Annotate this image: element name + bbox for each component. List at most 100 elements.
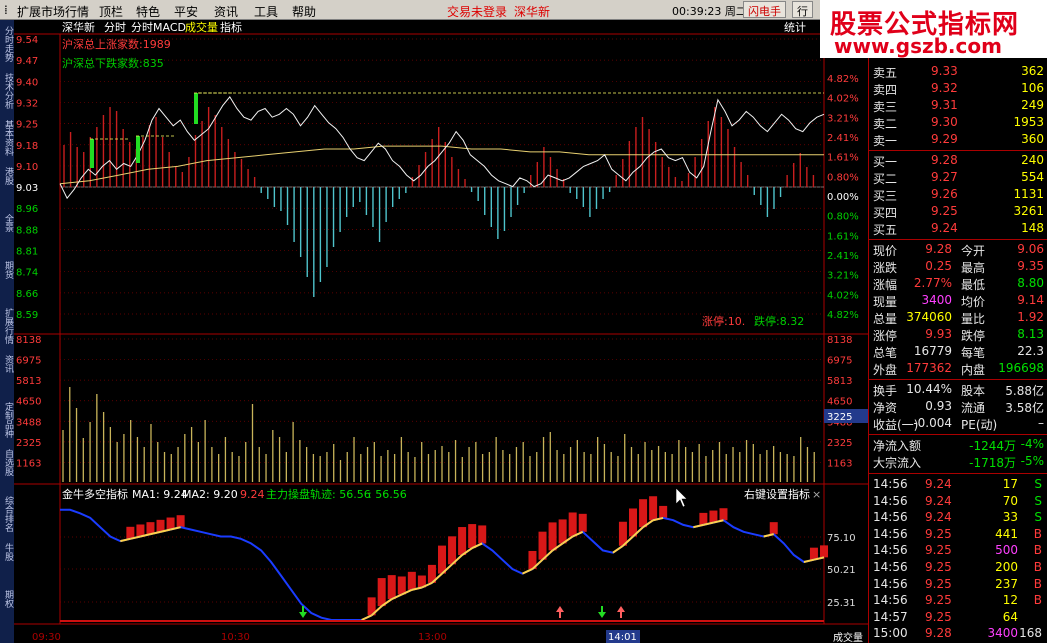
panel-separator	[869, 239, 1047, 240]
tab-volume[interactable]: 成交量	[185, 20, 218, 34]
ind-up-bar	[126, 526, 135, 539]
left-tab-10[interactable]: 综合排名	[1, 496, 13, 532]
fund-value: -0.004	[913, 416, 952, 430]
left-tab-7[interactable]: 资讯	[1, 355, 13, 373]
price-tick-label: 9.40	[16, 77, 38, 88]
left-tab-strip: 分时走势技术分析基本资料港股全景期货扩展行情资讯定制品种自选股综合排名牛股期权	[0, 20, 14, 643]
indicator-name[interactable]: 金牛多空指标	[62, 487, 128, 501]
tick-time: 14:56	[873, 477, 908, 491]
bid-row: 买三 9.26 1131	[869, 187, 1047, 203]
menu-item-market[interactable]: 扩展市场行情	[17, 3, 89, 20]
stats-button[interactable]: 统计	[784, 21, 806, 34]
menu-item-help[interactable]: 帮助	[292, 3, 316, 20]
flow-row: 净流入额 -1244万 -4%	[869, 437, 1047, 453]
pct-tick-label: 4.82%	[827, 74, 859, 85]
fund-value: 0.93	[925, 399, 952, 413]
watermark-url: www.gszb.com	[834, 34, 1002, 58]
left-tab-8[interactable]: 定制品种	[1, 402, 13, 438]
stat-row: 涨幅 2.77% 最低 8.80	[869, 276, 1047, 292]
left-tab-9[interactable]: 自选股	[1, 449, 13, 476]
bid-label: 买四	[873, 206, 898, 220]
left-tab-4[interactable]: 全景	[1, 214, 13, 232]
tab-indicator[interactable]: 指标	[220, 20, 242, 34]
tab-intraday-macd[interactable]: 分时MACD	[131, 21, 186, 34]
vol-tab-label[interactable]: 成交量	[833, 631, 863, 643]
tick-side: 168	[1019, 626, 1042, 641]
quote-button[interactable]: 行	[792, 1, 813, 18]
ask-price: 9.29	[931, 132, 958, 146]
stat-value: 16779	[913, 344, 952, 358]
fund-row: 换手 10.44% 股本 5.88亿	[869, 382, 1047, 398]
ind-up-bar	[538, 531, 547, 560]
quote-panel: 卖五 9.33 362 卖四 9.32 106 卖三 9.31 249 卖二 9.30 1953 卖一 9…	[868, 20, 1047, 643]
indicator-price: 9.24	[240, 488, 265, 501]
tick-price: 9.25	[925, 543, 952, 558]
left-tab-0[interactable]: 分时走势	[1, 26, 13, 62]
vol-current-label: 3225	[827, 412, 852, 423]
tick-side: S	[1034, 510, 1042, 525]
menu-item-pingan[interactable]: 平安	[174, 3, 198, 20]
tick-row: 14:57 9.25 64	[869, 610, 1047, 626]
ind-up-bar	[478, 525, 487, 544]
ask-row: 卖五 9.33 362	[869, 64, 1047, 80]
ind-up-bar	[146, 522, 155, 535]
ind-up-bar	[468, 524, 477, 549]
menu-item-news[interactable]: 资讯	[214, 3, 238, 20]
stat-label-2: 量比	[961, 312, 986, 326]
menu-item-features[interactable]: 特色	[136, 3, 160, 20]
tab-intraday[interactable]: 分时	[104, 21, 126, 34]
fund-row: 净资 0.93 流通 3.58亿	[869, 399, 1047, 415]
ind-up-bar	[709, 510, 718, 523]
chart-panel[interactable]: 深华新 分时 分时MACD 成交量 指标 统计 沪深总上涨家数:1989 沪深总…	[14, 20, 868, 643]
menu-item-topbar[interactable]: 顶栏	[99, 3, 123, 20]
pct-tick-label: 4.02%	[827, 290, 859, 301]
pct-tick-label: 0.80%	[827, 172, 859, 183]
left-tab-1[interactable]: 技术分析	[1, 73, 13, 109]
login-status[interactable]: 交易未登录	[447, 3, 507, 20]
vol-tick-label-right: 1163	[827, 458, 852, 469]
ind-tick-label: 50.21	[827, 565, 856, 576]
indicator-close-icon[interactable]: ×	[812, 488, 821, 501]
ask-label: 卖三	[873, 100, 898, 114]
left-tab-11[interactable]: 牛股	[1, 543, 13, 561]
fund-label-2: 股本	[961, 384, 986, 398]
left-tab-2[interactable]: 基本资料	[1, 120, 13, 156]
indicator-settings-hint[interactable]: 右键设置指标	[744, 487, 810, 501]
stat-row: 现价 9.28 今开 9.06	[869, 242, 1047, 258]
ind-up-bar	[458, 527, 467, 556]
pct-tick-label: 0.80%	[827, 212, 859, 223]
flow-pct: -4%	[1020, 437, 1044, 451]
price-tick-label: 8.81	[16, 247, 38, 258]
fund-label-2: 流通	[961, 401, 986, 415]
left-tab-5[interactable]: 期货	[1, 261, 13, 279]
left-tab-12[interactable]: 期权	[1, 590, 13, 608]
bid-label: 买一	[873, 155, 898, 169]
price-tick-label: 8.74	[16, 268, 38, 279]
fund-value-2: –	[1038, 416, 1044, 430]
stat-label-2: 今开	[961, 244, 986, 258]
ask-volume: 360	[1021, 132, 1044, 146]
menu-item-tools[interactable]: 工具	[254, 3, 278, 20]
ask-price: 9.31	[931, 98, 958, 112]
fund-label: 净资	[873, 401, 898, 415]
stat-value: 177362	[906, 361, 952, 375]
flash-trade-button[interactable]: 闪电手	[743, 1, 786, 18]
stat-value-2: 1.92	[1017, 310, 1044, 324]
left-tab-6[interactable]: 扩展行情	[1, 308, 13, 344]
bid-row: 买二 9.27 554	[869, 170, 1047, 186]
signal-marker	[136, 136, 140, 163]
stat-value-2: 9.14	[1017, 293, 1044, 307]
price-tick-label: 9.18	[16, 141, 38, 152]
tick-volume: 12	[1002, 593, 1018, 608]
bid-volume: 240	[1021, 153, 1044, 167]
ind-tick-label: 25.31	[827, 598, 856, 609]
tick-volume: 70	[1002, 493, 1018, 508]
stat-value-2: 22.3	[1017, 344, 1044, 358]
stock-name-title: 深华新	[514, 5, 551, 19]
tick-price: 9.25	[925, 593, 952, 608]
tick-time: 14:56	[873, 560, 908, 574]
chart-canvas[interactable]: 深华新 分时 分时MACD 成交量 指标 统计 沪深总上涨家数:1989 沪深总…	[14, 20, 868, 643]
left-tab-3[interactable]: 港股	[1, 167, 13, 185]
stat-label: 总量	[873, 312, 898, 326]
tick-time: 14:56	[873, 493, 908, 508]
